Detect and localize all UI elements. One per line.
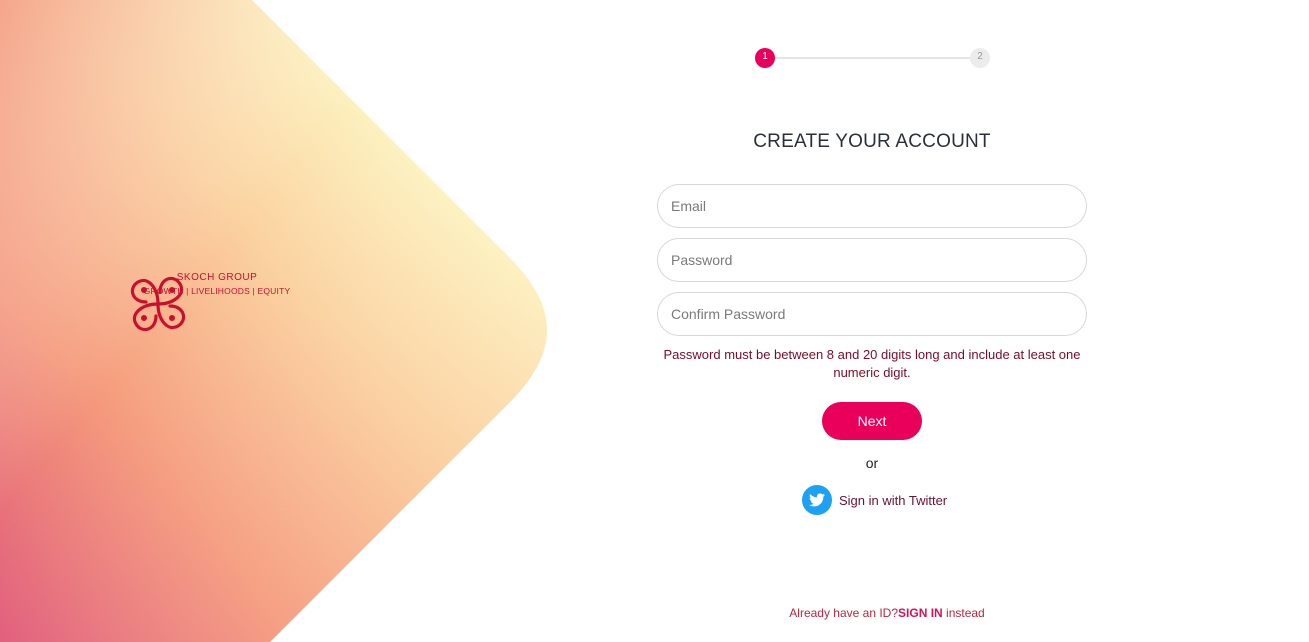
twitter-bird-icon (802, 485, 832, 515)
brand-block: SKOCH GROUP GROWTH | LIVELIHOODS | EQUIT… (122, 268, 312, 332)
or-separator: or (865, 455, 879, 471)
confirm-password-field[interactable] (657, 292, 1087, 336)
next-button[interactable]: Next (822, 402, 922, 440)
progress-stepper: 1 2 (755, 48, 990, 68)
twitter-signin-label: Sign in with Twitter (839, 492, 948, 508)
hero-gradient-shape (0, 0, 547, 642)
signin-prompt: Already have an ID?SIGN IN instead (657, 606, 1117, 620)
signup-page: SKOCH GROUP GROWTH | LIVELIHOODS | EQUIT… (0, 0, 1309, 642)
hero-panel: SKOCH GROUP GROWTH | LIVELIHOODS | EQUIT… (0, 0, 1309, 642)
password-error-message: Password must be between 8 and 20 digits… (663, 347, 1081, 380)
skoch-logo-icon (130, 276, 186, 332)
page-title: CREATE YOUR ACCOUNT (753, 131, 991, 152)
step-1-indicator: 1 (755, 48, 775, 68)
signin-link[interactable]: SIGN IN (898, 606, 943, 620)
stepper-line (765, 57, 980, 59)
step-2-indicator: 2 (970, 48, 990, 68)
password-field[interactable] (657, 238, 1087, 282)
signin-prompt-suffix: instead (942, 606, 985, 620)
email-field[interactable] (657, 184, 1087, 228)
twitter-signin-button[interactable]: Sign in with Twitter (802, 485, 947, 515)
signin-prompt-prefix: Already have an ID? (789, 606, 899, 620)
